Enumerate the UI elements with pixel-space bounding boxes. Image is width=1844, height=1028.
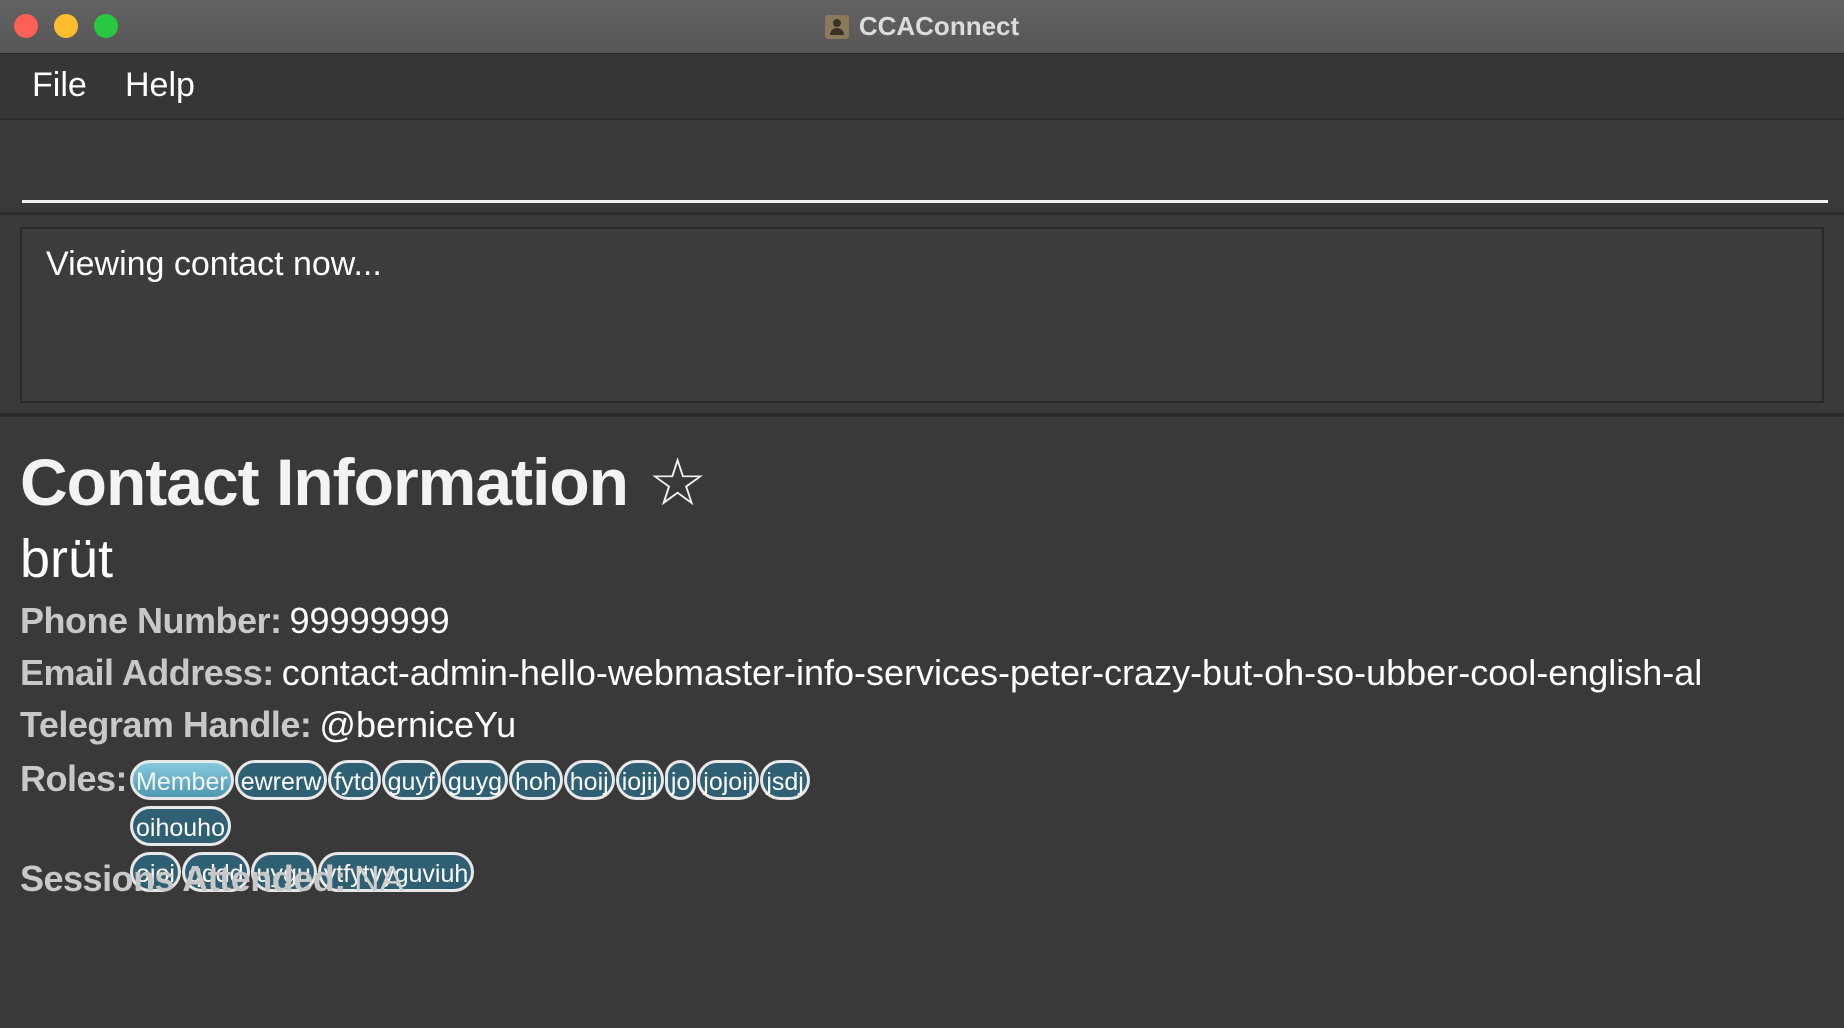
- command-box-area: [0, 120, 1844, 215]
- result-display-box[interactable]: Viewing contact now...: [20, 227, 1824, 403]
- menu-file[interactable]: File: [32, 66, 87, 105]
- contact-info-title: Contact Information: [20, 445, 629, 519]
- phone-value: 99999999: [289, 600, 450, 641]
- window-title: CCAConnect: [858, 11, 1020, 41]
- contact-info-panel: Contact Information ☆ brüt Phone Number: 9…: [0, 418, 1844, 1028]
- sessions-value: NA: [353, 858, 404, 899]
- role-tag: oihouho: [130, 806, 231, 846]
- role-tag: fytd: [328, 760, 381, 800]
- roles-label: Roles:: [20, 758, 128, 799]
- contact-name: brüt: [20, 529, 114, 589]
- phone-row: Phone Number: 99999999: [20, 600, 450, 642]
- email-value: contact-admin-hello-webmaster-info-servi…: [281, 652, 1703, 693]
- telegram-label: Telegram Handle:: [20, 704, 312, 745]
- menu-help[interactable]: Help: [125, 66, 195, 105]
- star-icon[interactable]: ☆: [648, 444, 707, 521]
- phone-label: Phone Number:: [20, 600, 282, 641]
- role-tag: guyg: [441, 760, 509, 800]
- contact-info-heading: Contact Information ☆: [20, 444, 707, 521]
- contact-book-icon: [824, 14, 849, 39]
- command-input[interactable]: [22, 142, 1828, 203]
- role-tag: jo: [664, 760, 697, 800]
- role-tag: Member: [130, 760, 234, 800]
- title-bar[interactable]: CCAConnect: [0, 0, 1844, 54]
- roles-row: Roles:: [20, 758, 128, 800]
- email-label: Email Address:: [20, 652, 274, 693]
- role-tag: guyf: [381, 760, 441, 800]
- role-tag: hoij: [563, 760, 615, 800]
- app-window: CCAConnect File Help Viewing contact now…: [0, 0, 1844, 1028]
- telegram-row: Telegram Handle: @berniceYu: [20, 704, 516, 746]
- telegram-value: @berniceYu: [319, 704, 517, 745]
- menu-bar: File Help: [0, 54, 1844, 120]
- role-tag: jojoij: [697, 760, 760, 800]
- role-tag: ewrerw: [234, 760, 328, 800]
- role-tag: iojij: [615, 760, 664, 800]
- result-message: Viewing contact now...: [46, 245, 382, 283]
- sessions-label: Sessions Attended:: [20, 858, 346, 899]
- role-tag: hoh: [509, 760, 563, 800]
- email-row: Email Address: contact-admin-hello-webmas…: [20, 652, 1702, 694]
- sessions-row: Sessions Attended: NA: [20, 858, 404, 900]
- role-tag: jsdj: [760, 760, 810, 800]
- result-display-area: Viewing contact now...: [0, 215, 1844, 417]
- title-container: CCAConnect: [0, 0, 1844, 53]
